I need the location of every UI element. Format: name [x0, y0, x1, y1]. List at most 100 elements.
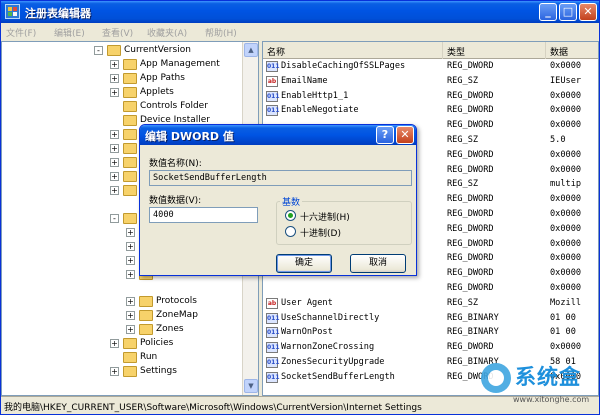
- expand-icon[interactable]: +: [126, 228, 135, 237]
- tree-item-label: Settings: [140, 366, 177, 376]
- folder-icon: [139, 296, 153, 307]
- hex-radio-label[interactable]: 十六进制(H): [300, 210, 350, 223]
- value-data-cell: Mozill: [550, 297, 582, 308]
- folder-icon: [139, 324, 153, 335]
- tree-item-label: App Management: [140, 59, 220, 69]
- expand-icon[interactable]: +: [110, 144, 119, 153]
- value-data-cell: 0x0000: [550, 209, 582, 219]
- hex-radio[interactable]: [285, 210, 296, 221]
- value-type-cell: REG_DWORD: [447, 223, 494, 234]
- value-data-label: 数值数据(V):: [149, 196, 202, 206]
- value-type-cell: REG_DWORD: [447, 283, 494, 293]
- value-type-cell: REG_DWORD: [447, 268, 494, 279]
- menu-help[interactable]: 帮助(H): [205, 26, 237, 39]
- expand-icon[interactable]: +: [110, 339, 119, 348]
- value-type-cell: REG_DWORD: [447, 342, 494, 353]
- table-row[interactable]: ab EmailName REG_SZ IEUser: [263, 75, 598, 89]
- value-name-label: 数值名称(N):: [149, 159, 202, 169]
- value-data-input[interactable]: 4000: [149, 207, 258, 223]
- menu-edit[interactable]: 编辑(E): [54, 26, 85, 39]
- expand-icon[interactable]: +: [126, 256, 135, 265]
- expand-icon[interactable]: +: [110, 88, 119, 97]
- expand-icon[interactable]: +: [110, 367, 119, 376]
- close-button[interactable]: ✕: [579, 3, 597, 21]
- table-row[interactable]: 011 WarnOnPost REG_BINARY 01 00: [263, 326, 598, 340]
- expand-icon[interactable]: +: [126, 297, 135, 306]
- value-data-cell: 0x0000: [550, 194, 582, 205]
- tree-item-label: CurrentVersion: [124, 45, 191, 55]
- expand-icon[interactable]: +: [110, 186, 119, 195]
- value-type-cell: REG_DWORD: [447, 238, 494, 249]
- folder-icon: [123, 185, 137, 196]
- status-path: 我的电脑\HKEY_CURRENT_USER\Software\Microsof…: [4, 403, 422, 413]
- expand-icon[interactable]: +: [110, 130, 119, 139]
- scroll-up-icon[interactable]: ▲: [244, 43, 258, 57]
- expand-icon[interactable]: +: [110, 60, 119, 69]
- tree-item-label: App Paths: [140, 73, 185, 83]
- tree-item-label: Applets: [140, 87, 174, 97]
- ok-button[interactable]: 确定: [276, 254, 332, 273]
- watermark-logo-icon: [481, 363, 511, 393]
- value-data-cell: 0x0000: [550, 149, 582, 160]
- edit-dword-dialog: 编辑 DWORD 值 ? ✕ 数值名称(N): SocketSendBuffer…: [139, 124, 417, 276]
- table-row[interactable]: 011 WarnonZoneCrossing REG_DWORD 0x0000: [263, 341, 598, 355]
- folder-icon: [123, 115, 137, 126]
- collapse-icon[interactable]: -: [94, 46, 103, 55]
- expand-icon[interactable]: +: [126, 311, 135, 320]
- table-row[interactable]: 011 DisableCachingOfSSLPages REG_DWORD 0x00…: [263, 60, 598, 74]
- cancel-button[interactable]: 取消: [350, 254, 406, 273]
- menu-file[interactable]: 文件(F): [6, 26, 36, 39]
- binary-value-icon: 011: [266, 90, 280, 102]
- value-data-cell: 0x0000: [550, 120, 582, 131]
- value-data-cell: 0x0000: [550, 90, 582, 101]
- value-type-cell: REG_DWORD: [447, 105, 494, 116]
- value-data-cell: 0x0000: [550, 342, 582, 353]
- tree-item-label: Run: [140, 352, 158, 362]
- menu-favorites[interactable]: 收藏夹(A): [147, 26, 187, 39]
- binary-value-icon: 011: [266, 371, 280, 383]
- collapse-icon[interactable]: -: [110, 214, 119, 223]
- table-row[interactable]: 011 UseSchannelDirectly REG_BINARY 01 00: [263, 312, 598, 326]
- dialog-title-bar[interactable]: 编辑 DWORD 值 ? ✕: [140, 125, 416, 145]
- menu-view[interactable]: 查看(V): [102, 26, 133, 39]
- tree-item-label: Zones: [156, 324, 184, 334]
- help-button[interactable]: ?: [376, 126, 394, 144]
- folder-icon: [123, 129, 137, 140]
- table-row[interactable]: 011 EnableNegotiate REG_DWORD 0x0000: [263, 104, 598, 118]
- expand-icon[interactable]: +: [110, 172, 119, 181]
- folder-icon: [123, 143, 137, 154]
- expand-icon[interactable]: +: [126, 325, 135, 334]
- expand-icon[interactable]: +: [110, 158, 119, 167]
- decimal-radio-label[interactable]: 十进制(D): [300, 226, 341, 239]
- scroll-down-icon[interactable]: ▼: [244, 379, 258, 393]
- value-name-cell: WarnOnPost: [281, 327, 333, 338]
- binary-value-icon: 011: [266, 327, 280, 339]
- maximize-button[interactable]: □: [559, 3, 577, 21]
- menu-bar: 文件(F) 编辑(E) 查看(V) 收藏夹(A) 帮助(H): [1, 23, 599, 41]
- value-data-cell: 0x0000: [550, 268, 582, 279]
- expand-icon[interactable]: +: [126, 242, 135, 251]
- value-name-field[interactable]: SocketSendBufferLength: [149, 170, 412, 186]
- decimal-radio[interactable]: [285, 226, 296, 237]
- registry-editor-window: 注册表编辑器 _ □ ✕ 文件(F) 编辑(E) 查看(V) 收藏夹(A) 帮助…: [0, 0, 600, 415]
- table-row[interactable]: 011 EnableHttp1_1 REG_DWORD 0x0000: [263, 90, 598, 104]
- value-type-cell: REG_DWORD: [447, 164, 494, 175]
- registry-editor-icon: [5, 4, 20, 19]
- dialog-close-button[interactable]: ✕: [396, 126, 414, 144]
- folder-icon: [123, 171, 137, 182]
- value-data-cell: 0x0000: [550, 223, 582, 234]
- value-data-cell: multip: [550, 179, 582, 190]
- string-value-icon: ab: [266, 297, 278, 309]
- watermark: 系统盒 www.xitonghe.com: [481, 361, 599, 413]
- minimize-button[interactable]: _: [539, 3, 557, 21]
- column-header-name[interactable]: 名称: [263, 42, 443, 59]
- table-row[interactable]: ab User Agent REG_SZ Mozill: [263, 297, 598, 311]
- binary-value-icon: 011: [266, 105, 280, 117]
- expand-icon[interactable]: +: [126, 270, 135, 279]
- column-header-type[interactable]: 类型: [443, 42, 546, 59]
- expand-icon[interactable]: +: [110, 74, 119, 83]
- table-row[interactable]: REG_DWORD 0x0000: [263, 282, 598, 296]
- title-bar[interactable]: 注册表编辑器 _ □ ✕: [1, 1, 599, 23]
- value-data-cell: 5.0: [550, 135, 566, 145]
- column-header-data[interactable]: 数据: [546, 42, 598, 59]
